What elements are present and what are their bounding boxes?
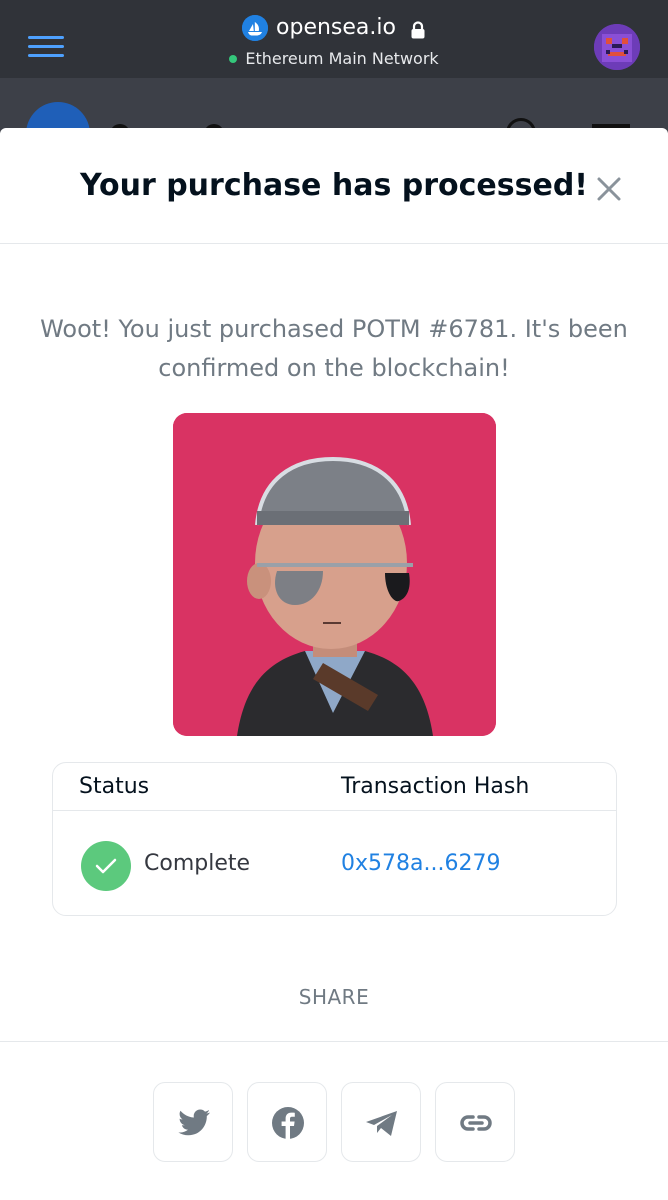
transaction-card: Status Transaction Hash Complete 0x578a.… — [52, 762, 617, 916]
share-facebook-button[interactable] — [247, 1082, 327, 1162]
close-button[interactable] — [594, 174, 624, 204]
share-telegram-button[interactable] — [341, 1082, 421, 1162]
purchase-modal: Your purchase has processed! Woot! You j… — [0, 128, 668, 1200]
share-copy-link-button[interactable] — [435, 1082, 515, 1162]
avatar[interactable] — [594, 24, 640, 70]
url-text: opensea.io — [276, 15, 396, 40]
share-divider — [0, 1041, 668, 1042]
nft-image — [173, 413, 496, 736]
purchase-message: Woot! You just purchased POTM #6781. It'… — [40, 315, 628, 382]
link-icon — [460, 1115, 492, 1131]
lock-icon — [410, 19, 426, 39]
telegram-icon — [366, 1111, 397, 1136]
opensea-logo-icon — [242, 15, 269, 41]
address-bar[interactable]: opensea.io Ethereum Main Network — [0, 14, 668, 69]
close-icon — [597, 177, 621, 201]
network-status-dot-icon — [229, 55, 238, 63]
status-column-header: Status — [79, 774, 150, 799]
transaction-hash-link[interactable]: 0x578a...6279 — [341, 849, 500, 879]
twitter-icon — [178, 1109, 210, 1136]
share-label: SHARE — [298, 985, 370, 1009]
status-value: Complete — [144, 851, 251, 876]
check-icon — [81, 841, 131, 891]
modal-title: Your purchase has processed! — [80, 168, 588, 203]
transaction-card-header: Status Transaction Hash — [53, 763, 616, 811]
facebook-icon — [272, 1107, 304, 1139]
modal-header: Your purchase has processed! — [0, 128, 668, 244]
browser-top-bar: opensea.io Ethereum Main Network — [0, 0, 668, 78]
share-twitter-button[interactable] — [153, 1082, 233, 1162]
transaction-hash-column-header: Transaction Hash — [341, 774, 530, 799]
network-name: Ethereum Main Network — [245, 49, 439, 68]
